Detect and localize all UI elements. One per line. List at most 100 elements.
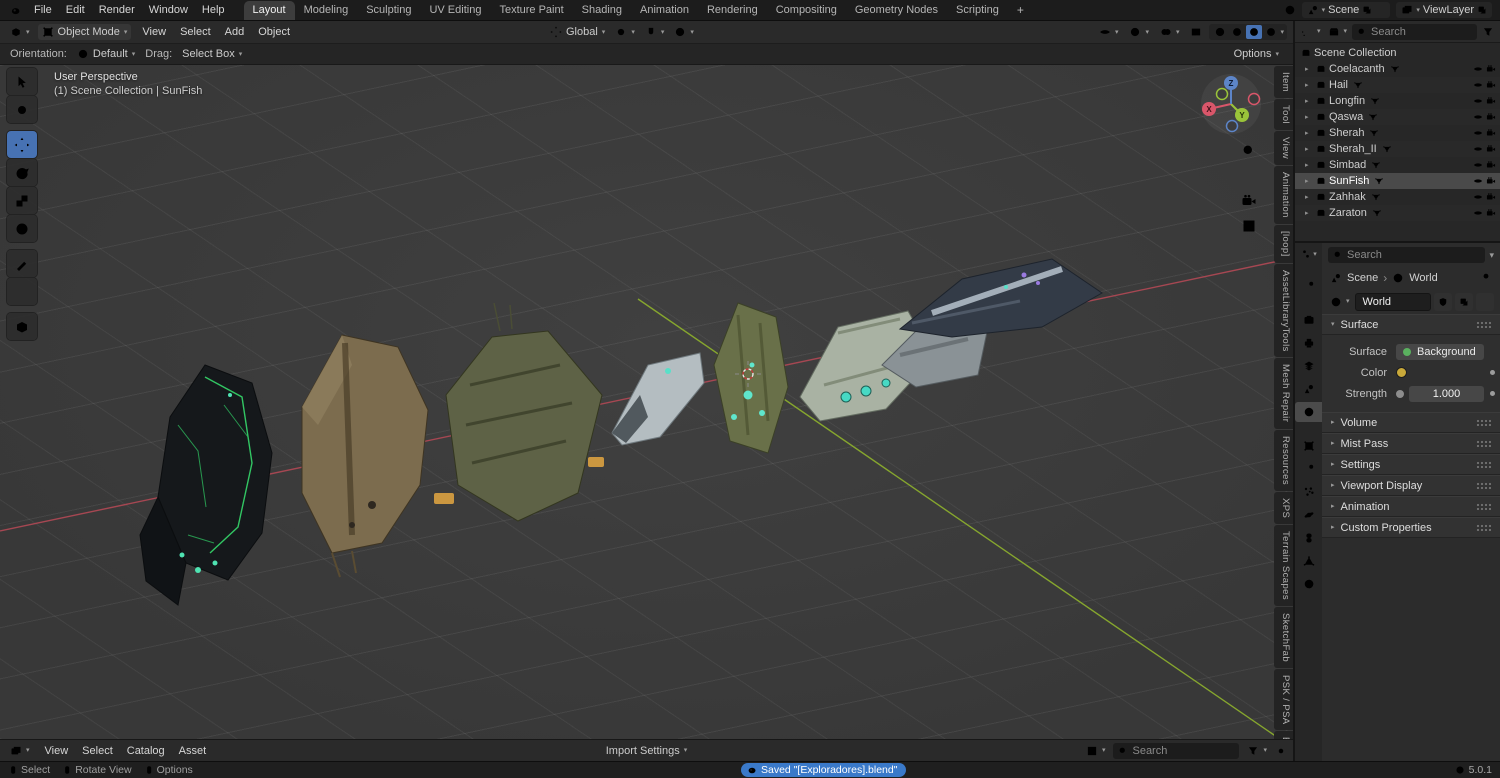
tab-physics[interactable] [1295,505,1322,525]
menu-item[interactable]: Add [218,24,252,40]
editor-type-dropdown[interactable]: ▾ [6,24,34,40]
tab-constraints[interactable] [1295,528,1322,548]
sidebar-tab[interactable]: Mesh Repair [1274,358,1293,429]
rotate-tool-button[interactable] [7,159,37,186]
properties-search-field[interactable] [1328,247,1486,263]
asset-editor-type-dropdown[interactable]: ▾ [6,743,34,759]
menu-item[interactable]: Object [251,24,297,40]
panel-header-collapsed[interactable]: ▸ Volume [1322,412,1500,433]
ship-model-3[interactable] [434,302,604,522]
disable-in-renders-camera-icon[interactable] [1486,192,1496,202]
workspace-tab[interactable]: Sculpting [357,1,420,20]
sidebar-tab[interactable]: Tool [1274,99,1293,131]
disable-in-renders-camera-icon[interactable] [1486,160,1496,170]
asset-filter-dropdown[interactable]: ▾ [1243,743,1271,759]
expand-arrow-icon[interactable]: ▸ [1305,65,1313,73]
overlays-dropdown[interactable]: ▾ [1156,24,1184,40]
sidebar-tab[interactable]: View [1274,131,1293,166]
measure-tool-button[interactable] [7,278,37,305]
workspace-tab[interactable]: Modeling [295,1,358,20]
new-scene-icon[interactable] [1362,5,1372,15]
hide-in-viewport-eye-icon[interactable] [1473,80,1483,90]
outliner-row[interactable]: ▸ Zaraton [1295,205,1500,221]
scene-selector[interactable]: ▾ Scene [1301,2,1391,18]
add-workspace-button[interactable]: + [1010,3,1031,17]
properties-editor-type-dropdown[interactable]: ▾ [1300,243,1317,265]
pan-hand-icon[interactable] [1241,168,1257,184]
view-layer-selector[interactable]: ▾ ViewLayer [1396,2,1492,18]
shading-wireframe-button[interactable] [1212,25,1228,39]
sidebar-tab[interactable]: Terrain Scapes [1274,524,1293,606]
gizmos-dropdown[interactable]: ▾ [1125,24,1153,40]
duplicate-world-icon[interactable] [1455,292,1473,311]
panel-header-collapsed[interactable]: ▸ Animation [1322,496,1500,517]
gizmo-z-label[interactable]: Z [1229,79,1234,88]
world-name-field[interactable]: World [1354,292,1431,311]
panel-header-collapsed[interactable]: ▸ Custom Properties [1322,517,1500,538]
orientation-dropdown[interactable]: Default ▾ [73,46,139,62]
menu-item[interactable]: File [27,2,59,18]
workspace-tab[interactable]: UV Editing [420,1,490,20]
hide-in-viewport-eye-icon[interactable] [1473,160,1483,170]
options-dropdown[interactable]: Options ▾ [1230,46,1283,62]
outliner-row[interactable]: ▸ Simbad [1295,157,1500,173]
tab-object-data[interactable] [1295,551,1322,571]
disable-in-renders-camera-icon[interactable] [1486,80,1496,90]
outliner-row[interactable]: ▸ Hail [1295,77,1500,93]
outliner-row[interactable]: ▸ Zahhak [1295,189,1500,205]
disable-in-renders-camera-icon[interactable] [1486,144,1496,154]
hide-in-viewport-eye-icon[interactable] [1473,192,1483,202]
expand-arrow-icon[interactable]: ▸ [1305,177,1313,185]
disable-in-renders-camera-icon[interactable] [1486,96,1496,106]
menu-item[interactable]: View [135,24,173,40]
unlink-world-icon[interactable] [1476,292,1494,311]
ship-model-1[interactable] [139,364,273,606]
expand-arrow-icon[interactable]: ▸ [1305,193,1313,201]
color-swatch[interactable] [1396,367,1407,378]
outliner-row[interactable]: ▸ Qaswa [1295,109,1500,125]
xray-toggle[interactable] [1186,24,1206,40]
pivot-point-dropdown[interactable]: ▾ [611,24,639,40]
panel-header-collapsed[interactable]: ▸ Mist Pass [1322,433,1500,454]
panel-drag-handle[interactable] [1476,503,1491,510]
hide-in-viewport-eye-icon[interactable] [1473,176,1483,186]
tab-object[interactable] [1295,436,1322,456]
cursor-tool-button[interactable] [7,96,37,123]
disable-in-renders-camera-icon[interactable] [1486,112,1496,122]
hide-in-viewport-eye-icon[interactable] [1473,144,1483,154]
asset-settings-gear-icon[interactable] [1275,745,1287,757]
tab-particles[interactable] [1295,482,1322,502]
network-icon[interactable] [1284,4,1296,16]
unlink-scene-icon[interactable] [1375,5,1385,15]
asset-search-field[interactable] [1113,742,1240,759]
menu-item[interactable]: Window [142,2,195,18]
mode-dropdown[interactable]: Object Mode ▾ [37,24,132,40]
add-cube-tool-button[interactable] [7,313,37,340]
select-box-tool-button[interactable] [7,68,37,95]
gizmo-x-label[interactable]: X [1206,105,1212,114]
tab-output[interactable] [1295,333,1322,353]
workspace-tab[interactable]: Rendering [698,1,767,20]
fake-user-shield-icon[interactable] [1434,292,1452,311]
expand-arrow-icon[interactable]: ▸ [1305,161,1313,169]
breadcrumb-world[interactable]: World [1409,272,1438,284]
tab-material[interactable] [1295,574,1322,594]
outliner-row[interactable]: ▸ SunFish [1295,173,1500,189]
surface-shader-button[interactable]: Background [1396,343,1484,360]
expand-arrow-icon[interactable]: ▸ [1305,209,1313,217]
new-view-layer-icon[interactable] [1477,5,1487,15]
move-tool-button[interactable] [7,131,37,158]
workspace-tab[interactable]: Texture Paint [490,1,572,20]
menu-item[interactable]: Render [92,2,142,18]
hide-in-viewport-eye-icon[interactable] [1473,96,1483,106]
expand-arrow-icon[interactable]: ▸ [1305,81,1313,89]
outliner-row[interactable]: ▸ Coelacanth [1295,61,1500,77]
disable-in-renders-camera-icon[interactable] [1486,208,1496,218]
pin-icon[interactable] [1480,272,1492,284]
gizmo-y-label[interactable]: Y [1239,111,1245,120]
tab-render[interactable] [1295,310,1322,330]
hide-in-viewport-eye-icon[interactable] [1473,208,1483,218]
shading-material-button[interactable] [1246,25,1263,39]
shading-rendered-button[interactable] [1263,25,1279,39]
3d-viewport[interactable]: User Perspective (1) Scene Collection | … [0,65,1293,739]
